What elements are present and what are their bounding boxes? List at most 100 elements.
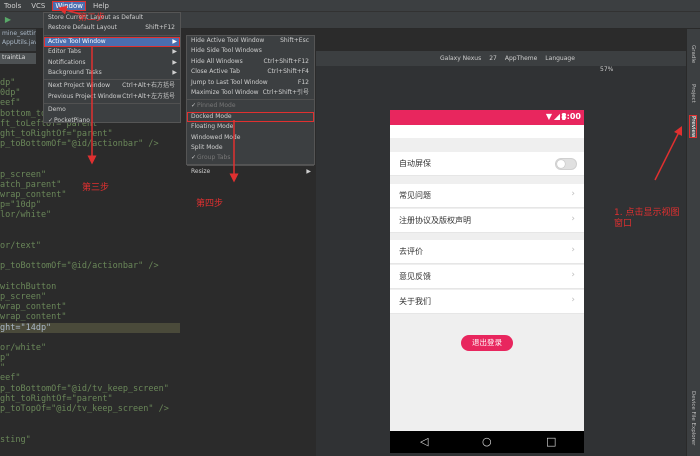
menu-item-floating-mode[interactable]: Floating Mode	[187, 122, 314, 132]
chevron-right-icon: ›	[571, 214, 575, 224]
submenu-arrow-icon: ▶	[172, 68, 177, 76]
right-tool-strip: Gradle Project Preview Device File Explo…	[686, 29, 700, 456]
home-icon[interactable]: ○	[482, 435, 492, 448]
code-line: "	[0, 363, 6, 374]
menu-item-label: Hide All Windows	[191, 57, 243, 65]
menu-item-label: Editor Tabs	[48, 48, 81, 56]
editor-tabs: mine_setting AppUtils.java	[0, 29, 36, 51]
menu-tools[interactable]: Tools	[2, 2, 23, 10]
menu-item-hide-side-tool-windows[interactable]: Hide Side Tool Windows	[187, 46, 314, 56]
menu-item-shortcut: Ctrl+Shift+引号	[262, 88, 309, 96]
list-item-auto-screensaver[interactable]: 自动屏保	[390, 152, 584, 176]
code-line: or/white"	[0, 342, 47, 353]
menu-item-split-mode[interactable]: Split Mode	[187, 143, 314, 153]
theme-selector[interactable]: AppTheme	[505, 55, 537, 62]
auto-screensaver-switch[interactable]	[555, 158, 577, 170]
project-tab[interactable]: Project	[690, 84, 696, 103]
preview-tab[interactable]: Preview	[689, 114, 697, 139]
annotation-step1: 1. 点击显示视图窗口	[614, 208, 680, 229]
wifi-icon: ▼	[545, 112, 552, 121]
list-item-label: 关于我们	[399, 297, 431, 306]
menu-item-shortcut: Ctrl+Alt+右方括号	[122, 82, 175, 90]
menu-item-label: Hide Active Tool Window	[191, 37, 265, 44]
menu-item-hide-all-windows[interactable]: Hide All Windows Ctrl+Shift+F12	[187, 57, 314, 67]
submenu-arrow-icon: ▶	[172, 37, 177, 45]
back-icon[interactable]: ◁	[420, 435, 428, 448]
code-line: p_screen"	[0, 169, 47, 180]
code-line: ght_toRightOf="parent"	[0, 128, 113, 139]
code-line: p_toBottomOf="@id/tv_keep_screen"	[0, 383, 169, 394]
list-item-faq[interactable]: 常见问题 ›	[390, 184, 584, 208]
menu-item-pocketpiano[interactable]: ✓PocketPiano	[44, 116, 180, 126]
list-item-label: 常见问题	[399, 191, 431, 200]
menu-window[interactable]: Window	[52, 0, 86, 11]
menu-separator	[44, 79, 180, 81]
code-line: ght_toRightOf="parent"	[0, 393, 113, 404]
language-selector[interactable]: Language	[545, 55, 575, 62]
logout-button[interactable]: 退出登录	[461, 335, 513, 351]
menu-item-background-tasks[interactable]: Background Tasks ▶	[44, 68, 180, 78]
annotation-step2: 第二步	[78, 13, 106, 23]
menu-item-label: Notifications	[48, 58, 86, 66]
menu-item-editor-tabs[interactable]: Editor Tabs ▶	[44, 47, 180, 57]
menu-item-label: Pinned Mode	[197, 102, 236, 110]
menu-item-previous-project-window[interactable]: Previous Project Window Ctrl+Alt+左方括号	[44, 92, 180, 102]
annotation-step4: 第四步	[196, 199, 224, 209]
list-item-label: 去评价	[399, 247, 423, 256]
tab-constraint-layout[interactable]: traintLa	[0, 53, 36, 64]
tab-apputils[interactable]: AppUtils.java	[0, 38, 36, 47]
menu-item-resize[interactable]: Resize ▶	[187, 167, 314, 177]
menu-separator	[44, 34, 180, 36]
signal-icon: ◢	[553, 112, 560, 121]
menu-vcs[interactable]: VCS	[29, 2, 47, 10]
menu-item-maximize-tool-window[interactable]: Maximize Tool Window Ctrl+Shift+引号	[187, 88, 314, 98]
navigation-bar: ◁ ○ □	[390, 431, 584, 453]
menu-item-next-project-window[interactable]: Next Project Window Ctrl+Alt+右方括号	[44, 81, 180, 91]
menu-item-restore-layout[interactable]: Restore Default Layout Shift+F12	[44, 23, 180, 33]
api-selector[interactable]: 27	[489, 55, 497, 62]
gradle-tab[interactable]: Gradle	[690, 45, 696, 63]
menu-item-jump-to-last-tool-window[interactable]: Jump to Last Tool Window F12	[187, 78, 314, 88]
menu-item-shortcut: Shift+Esc	[280, 37, 309, 44]
menu-item-docked-mode[interactable]: Docked Mode	[187, 111, 314, 123]
submenu-arrow-icon: ▶	[172, 58, 177, 66]
menu-item-shortcut: Ctrl+Shift+F12	[263, 57, 309, 65]
code-editor[interactable]: dp" 0dp" eef" bottom_to ft_toLeftOf="parent"…	[0, 78, 180, 445]
menu-item-label: Docked Mode	[191, 112, 232, 120]
list-item-feedback[interactable]: 意见反馈 ›	[390, 265, 584, 289]
menu-item-windowed-mode[interactable]: Windowed Mode	[187, 133, 314, 143]
device-selector[interactable]: Galaxy Nexus	[440, 55, 481, 62]
menu-item-close-active-tab[interactable]: Close Active Tab Ctrl+Shift+F4	[187, 67, 314, 77]
menu-item-label: Group Tabs	[197, 154, 231, 162]
code-line: p_toTopOf="@id/tv_keep_screen" />	[0, 404, 169, 414]
run-icon[interactable]: ▶	[3, 15, 13, 25]
list-item-rate[interactable]: 去评价 ›	[390, 240, 584, 264]
menu-item-store-layout[interactable]: Store Current Layout as Default	[44, 13, 180, 23]
code-line: ght="14dp"	[0, 322, 180, 333]
annotation-step3: 第三步	[82, 183, 110, 193]
menu-help[interactable]: Help	[91, 2, 111, 10]
code-line: or/text"	[0, 241, 41, 251]
menu-item-active-tool-window[interactable]: Active Tool Window ▶	[44, 36, 180, 48]
code-line: p_toBottomOf="@id/actionbar" />	[0, 139, 159, 150]
list-item-about[interactable]: 关于我们 ›	[390, 290, 584, 314]
recents-icon[interactable]: □	[546, 435, 556, 448]
chevron-right-icon: ›	[571, 189, 575, 199]
tab-mine-setting[interactable]: mine_setting	[0, 29, 36, 38]
menu-item-group-tabs: ✓Group Tabs	[187, 153, 314, 163]
menu-separator	[187, 164, 314, 166]
device-file-explorer-tab[interactable]: Device File Explorer	[690, 391, 696, 445]
chevron-right-icon: ›	[571, 245, 575, 255]
list-item-label: 意见反馈	[399, 272, 431, 281]
menu-item-demo[interactable]: Demo	[44, 105, 180, 115]
menu-item-label: Background Tasks	[48, 68, 102, 76]
menu-item-hide-active-tool-window[interactable]: Hide Active Tool Window Shift+Esc	[187, 36, 314, 46]
menu-item-notifications[interactable]: Notifications ▶	[44, 58, 180, 68]
list-item-agreement[interactable]: 注册协议及版权声明 ›	[390, 209, 584, 233]
code-line: p"	[0, 353, 11, 364]
